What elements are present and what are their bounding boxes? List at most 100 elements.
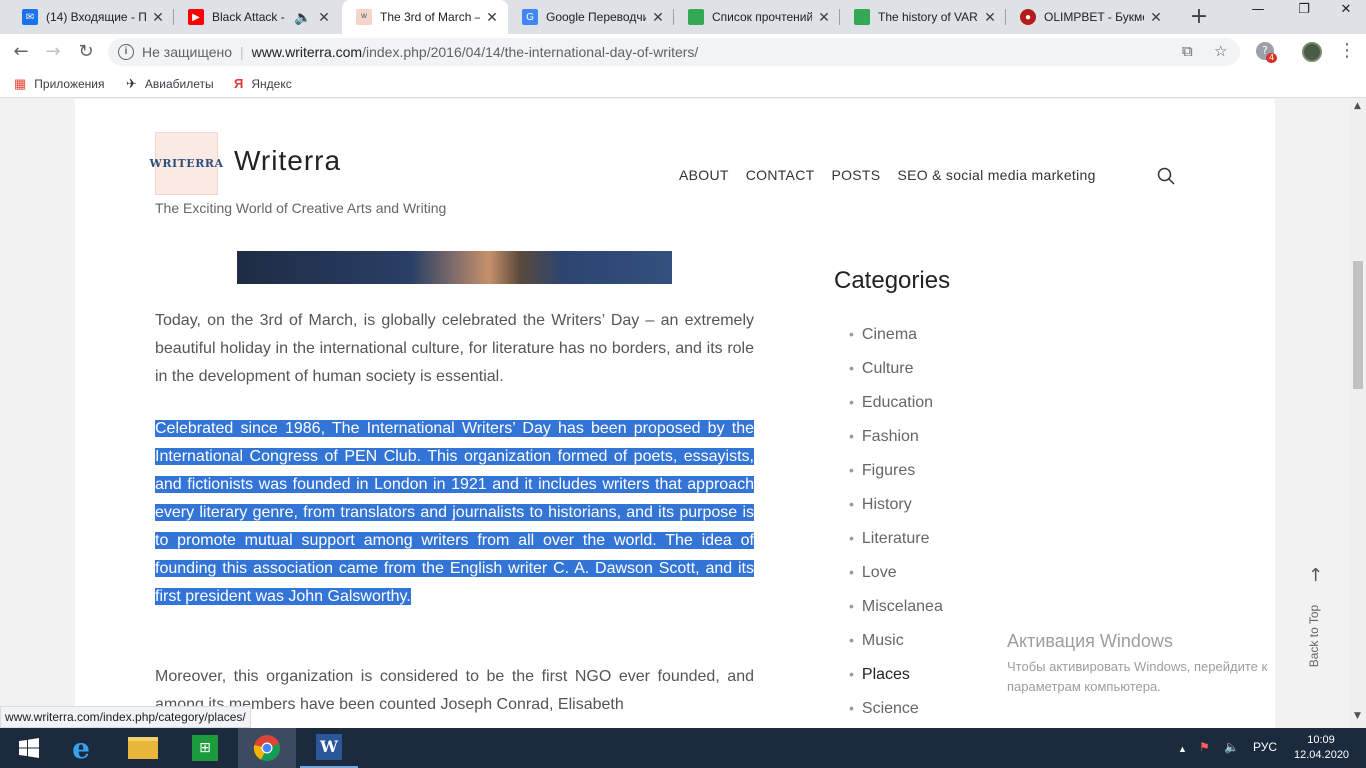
page-scrollbar[interactable]: ▲ ▼ (1350, 99, 1366, 728)
close-icon[interactable]: ✕ (984, 9, 996, 26)
site-tagline: The Exciting World of Creative Arts and … (155, 200, 447, 216)
youtube-icon: ▶ (188, 9, 204, 25)
windows-logo-icon (19, 738, 39, 758)
internet-explorer-icon: e (72, 731, 90, 765)
tab-label: Black Attack - H (212, 10, 288, 24)
translate-icon[interactable]: ⧉ (1182, 42, 1193, 60)
profile-avatar[interactable] (1302, 42, 1322, 62)
tab-label: Список прочтений (712, 10, 812, 24)
watermark-line-2: параметрам компьютера. (1007, 679, 1161, 694)
airplane-icon: ✈ (126, 76, 137, 91)
bookmark-airtickets[interactable]: ✈ Авиабилеты (126, 76, 214, 92)
sheets-icon (854, 9, 870, 25)
tab-olimpbet[interactable]: ● OLIMPBET - Букме ✕ (1006, 0, 1172, 34)
category-item[interactable]: • History (849, 496, 943, 530)
tab-reading-list[interactable]: Список прочтений ✕ (674, 0, 840, 34)
bullet-icon: • (849, 632, 854, 648)
menu-icon[interactable]: ⋮ (1338, 40, 1356, 61)
windows-store-icon: ⊞ (192, 735, 218, 761)
info-icon[interactable]: i (118, 44, 134, 60)
speaker-icon[interactable]: 🔈 (294, 9, 311, 26)
minimize-button[interactable]: — (1238, 0, 1278, 20)
close-icon[interactable]: ✕ (318, 9, 330, 26)
back-arrow-icon[interactable]: ← (9, 40, 33, 64)
word-taskbar-item[interactable]: W (300, 728, 358, 768)
network-icon[interactable]: ⚑ (1199, 740, 1210, 754)
category-item[interactable]: • Science (849, 700, 943, 728)
status-url: www.writerra.com/index.php/category/plac… (0, 706, 251, 728)
category-item[interactable]: • Fashion (849, 428, 943, 462)
close-icon[interactable]: ✕ (652, 9, 664, 26)
file-explorer-icon[interactable] (114, 728, 172, 768)
close-window-button[interactable]: ✕ (1326, 0, 1366, 20)
forward-arrow-icon[interactable]: → (41, 40, 65, 64)
windows-taskbar: e ⊞ W ▲ ⚑ 🔈 РУС 10:09 12.04.2020 (0, 728, 1366, 768)
url-path[interactable]: /index.php/2016/04/14/the-international-… (362, 44, 698, 60)
new-tab-button[interactable]: + (1188, 6, 1210, 28)
category-item[interactable]: • Cinema (849, 326, 943, 360)
bullet-icon: • (849, 530, 854, 546)
category-item[interactable]: • Culture (849, 360, 943, 394)
star-icon[interactable]: ☆ (1214, 42, 1227, 60)
category-item[interactable]: • Literature (849, 530, 943, 564)
ie-icon[interactable]: e (52, 728, 110, 768)
category-label: History (861, 496, 912, 513)
folder-icon (128, 737, 158, 759)
category-item[interactable]: • Places (849, 666, 943, 700)
clock-date: 12.04.2020 (1294, 749, 1350, 761)
nav-seo[interactable]: SEO & social media marketing (897, 167, 1095, 183)
close-icon[interactable]: ✕ (1150, 9, 1162, 26)
close-icon[interactable]: ✕ (818, 9, 830, 26)
bookmark-apps[interactable]: ▦ Приложения (14, 76, 105, 92)
tab-writerra[interactable]: W The 3rd of March – ✕ (342, 0, 508, 34)
nav-posts[interactable]: POSTS (831, 167, 880, 183)
tab-mail[interactable]: ✉ (14) Входящие - По ✕ (8, 0, 174, 34)
category-label: Education (861, 394, 934, 411)
restore-button[interactable]: ❐ (1284, 0, 1324, 20)
reload-icon[interactable]: ↻ (74, 40, 98, 64)
search-icon[interactable] (1157, 167, 1175, 185)
site-title[interactable]: Writerra (234, 145, 341, 177)
tab-youtube[interactable]: ▶ Black Attack - H 🔈 ✕ (174, 0, 340, 34)
yandex-icon: Я (234, 76, 244, 91)
category-item[interactable]: • Love (849, 564, 943, 598)
close-icon[interactable]: ✕ (152, 9, 164, 26)
system-clock[interactable]: 10:09 12.04.2020 (1294, 733, 1350, 763)
category-item[interactable]: • Music (849, 632, 943, 666)
extension-icon[interactable]: ? 4 (1256, 42, 1278, 63)
watermark-line-1: Чтобы активировать Windows, перейдите к (1007, 659, 1268, 674)
store-icon[interactable]: ⊞ (176, 728, 234, 768)
volume-icon[interactable]: 🔈 (1224, 740, 1239, 754)
chrome-taskbar-item[interactable] (238, 728, 296, 768)
scroll-up-icon[interactable]: ▲ (1354, 101, 1361, 111)
category-label: Love (861, 564, 897, 581)
tray-expand-icon[interactable]: ▲ (1178, 744, 1187, 754)
bullet-icon: • (849, 496, 854, 512)
security-label[interactable]: Не защищено (142, 44, 232, 60)
bullet-icon: • (849, 428, 854, 444)
start-button[interactable] (0, 728, 58, 768)
category-item[interactable]: • Miscelanea (849, 598, 943, 632)
address-bar[interactable]: i Не защищено | www.writerra.com/index.p… (108, 38, 1240, 66)
bookmark-yandex[interactable]: Я Яндекс (234, 76, 292, 91)
category-item[interactable]: • Figures (849, 462, 943, 496)
site-logo[interactable]: WRITERRA (149, 132, 223, 195)
category-label: Cinema (861, 326, 918, 343)
nav-about[interactable]: ABOUT (679, 167, 729, 183)
scroll-thumb[interactable] (1353, 261, 1363, 389)
tab-label: OLIMPBET - Букме (1044, 10, 1144, 24)
selected-text: Celebrated since 1986, The International… (155, 420, 754, 605)
nav-contact[interactable]: CONTACT (746, 167, 815, 183)
chrome-icon (253, 735, 280, 762)
category-item[interactable]: • Education (849, 394, 943, 428)
tab-history-var[interactable]: The history of VAR ✕ (840, 0, 1006, 34)
url-host[interactable]: www.writerra.com (252, 44, 362, 60)
word-icon: W (316, 734, 342, 760)
bookmarks-bar: ▦ Приложения ✈ Авиабилеты Я Яндекс (0, 70, 1366, 98)
close-icon[interactable]: ✕ (486, 9, 498, 26)
scroll-down-icon[interactable]: ▼ (1354, 711, 1361, 721)
tab-label: (14) Входящие - По (46, 10, 146, 24)
language-indicator[interactable]: РУС (1253, 740, 1277, 754)
google-translate-icon: G (522, 9, 538, 25)
tab-google-translate[interactable]: G Google Переводчик ✕ (508, 0, 674, 34)
